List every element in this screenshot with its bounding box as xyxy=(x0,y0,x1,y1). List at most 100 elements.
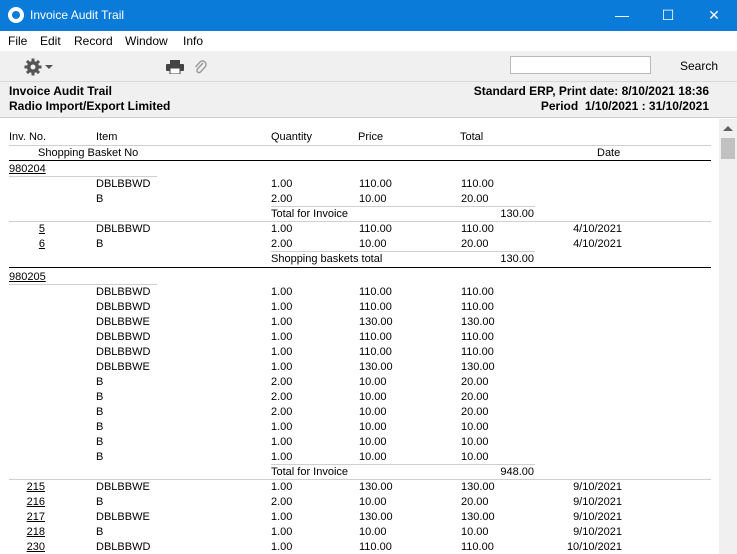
line-quantity: 1.00 xyxy=(271,301,293,313)
line-item-code: DBLBBWE xyxy=(96,361,150,373)
line-item-code: B xyxy=(96,451,104,463)
line-price: 110.00 xyxy=(359,178,392,190)
title-bar: Invoice Audit Trail — ☐ ✕ xyxy=(0,0,737,31)
invoice-number-link[interactable]: 230 xyxy=(27,540,45,554)
invoice-item-code: B xyxy=(96,526,104,538)
line-item-code: B xyxy=(96,376,104,388)
line-price: 10.00 xyxy=(359,406,387,418)
line-price: 10.00 xyxy=(359,451,387,463)
paperclip-icon[interactable] xyxy=(193,59,207,75)
line-item-code: B xyxy=(96,193,104,205)
menu-file[interactable]: File xyxy=(8,34,27,48)
divider xyxy=(9,160,711,161)
search-input[interactable] xyxy=(510,56,651,74)
col-header-price: Price xyxy=(358,131,384,143)
line-quantity: 1.00 xyxy=(271,178,293,190)
invoice-total: 110.00 xyxy=(461,223,494,235)
menu-edit[interactable]: Edit xyxy=(40,34,61,48)
invoice-total: 130.00 xyxy=(461,481,495,493)
report-header: Invoice Audit Trail Radio Import/Export … xyxy=(0,82,737,118)
scroll-up-arrow-icon[interactable] xyxy=(723,126,733,131)
invoice-total-value: 948.00 xyxy=(500,466,534,478)
line-total: 20.00 xyxy=(461,391,489,403)
scroll-thumb[interactable] xyxy=(721,138,735,159)
col-header-total: Total xyxy=(460,131,484,143)
line-total: 20.00 xyxy=(461,376,489,388)
invoice-number-link[interactable]: 218 xyxy=(27,525,45,539)
gear-icon[interactable] xyxy=(24,58,42,76)
maximize-button[interactable]: ☐ xyxy=(645,0,691,31)
app-icon xyxy=(8,7,24,23)
col-header-quantity: Quantity xyxy=(271,131,312,143)
report-title: Invoice Audit Trail xyxy=(9,84,112,98)
line-item-code: DBLBBWD xyxy=(96,331,151,343)
close-button[interactable]: ✕ xyxy=(691,0,737,31)
invoice-total: 10.00 xyxy=(461,526,489,538)
invoice-price: 10.00 xyxy=(359,526,387,538)
search-button[interactable]: Search xyxy=(680,59,718,73)
invoice-total-label: Total for Invoice xyxy=(271,466,349,478)
line-item-code: B xyxy=(96,436,104,448)
col-header-item: Item xyxy=(96,131,118,143)
menu-window[interactable]: Window xyxy=(125,34,168,48)
minimize-button[interactable]: — xyxy=(599,0,645,31)
invoice-quantity: 1.00 xyxy=(271,526,293,538)
company-name: Radio Import/Export Limited xyxy=(9,99,171,113)
invoice-quantity: 1.00 xyxy=(271,541,293,553)
line-total: 10.00 xyxy=(461,451,489,463)
invoice-quantity: 1.00 xyxy=(271,511,293,523)
invoice-total: 110.00 xyxy=(461,541,494,553)
chevron-down-icon[interactable] xyxy=(45,65,53,69)
invoice-number-link[interactable]: 216 xyxy=(27,495,45,509)
basket-number-link[interactable]: 980205 xyxy=(9,270,46,284)
line-item-code: DBLBBWD xyxy=(96,178,151,190)
line-price: 10.00 xyxy=(359,391,387,403)
invoice-number-link[interactable]: 217 xyxy=(27,510,45,524)
line-price: 10.00 xyxy=(359,436,387,448)
report-body: Inv. No. Item Quantity Price Total Shopp… xyxy=(0,119,719,554)
line-total: 130.00 xyxy=(461,361,495,373)
print-date: Standard ERP, Print date: 8/10/2021 18:3… xyxy=(473,84,709,98)
invoice-price: 130.00 xyxy=(359,481,393,493)
line-quantity: 1.00 xyxy=(271,436,293,448)
line-item-code: DBLBBWD xyxy=(96,346,151,358)
line-item-code: DBLBBWD xyxy=(96,301,151,313)
basket-total-value: 130.00 xyxy=(500,253,534,265)
line-price: 110.00 xyxy=(359,331,392,343)
invoice-date: 10/10/2021 xyxy=(566,541,622,553)
basket-total-label: Shopping baskets total xyxy=(271,253,383,265)
invoice-date: 9/10/2021 xyxy=(573,496,622,508)
line-item-code: B xyxy=(96,391,104,403)
printer-icon[interactable] xyxy=(166,60,184,74)
vertical-scrollbar[interactable] xyxy=(719,119,737,554)
window-title: Invoice Audit Trail xyxy=(30,8,125,22)
line-quantity: 1.00 xyxy=(271,286,293,298)
invoice-total-label: Total for Invoice xyxy=(271,208,349,220)
invoice-item-code: DBLBBWE xyxy=(96,481,150,493)
line-price: 110.00 xyxy=(359,346,392,358)
menu-info[interactable]: Info xyxy=(183,34,203,48)
basket-number-link[interactable]: 980204 xyxy=(9,162,46,176)
invoice-number-link[interactable]: 215 xyxy=(27,480,45,494)
menu-record[interactable]: Record xyxy=(74,34,113,48)
invoice-price: 10.00 xyxy=(359,496,387,508)
line-price: 130.00 xyxy=(359,361,393,373)
line-quantity: 1.00 xyxy=(271,361,293,373)
invoice-total: 20.00 xyxy=(461,496,489,508)
line-quantity: 1.00 xyxy=(271,346,293,358)
line-price: 10.00 xyxy=(359,193,387,205)
invoice-item-code: B xyxy=(96,496,104,508)
line-total: 10.00 xyxy=(461,421,489,433)
invoice-quantity: 1.00 xyxy=(271,223,293,235)
line-total: 110.00 xyxy=(461,346,494,358)
line-price: 110.00 xyxy=(359,301,392,313)
line-price: 10.00 xyxy=(359,376,387,388)
line-total: 20.00 xyxy=(461,193,489,205)
invoice-quantity: 1.00 xyxy=(271,481,293,493)
line-item-code: DBLBBWE xyxy=(96,316,150,328)
invoice-item-code: B xyxy=(96,238,104,250)
line-total: 10.00 xyxy=(461,436,489,448)
line-item-code: B xyxy=(96,421,104,433)
invoice-number-link[interactable]: 5 xyxy=(39,222,45,236)
invoice-number-link[interactable]: 6 xyxy=(39,237,45,251)
